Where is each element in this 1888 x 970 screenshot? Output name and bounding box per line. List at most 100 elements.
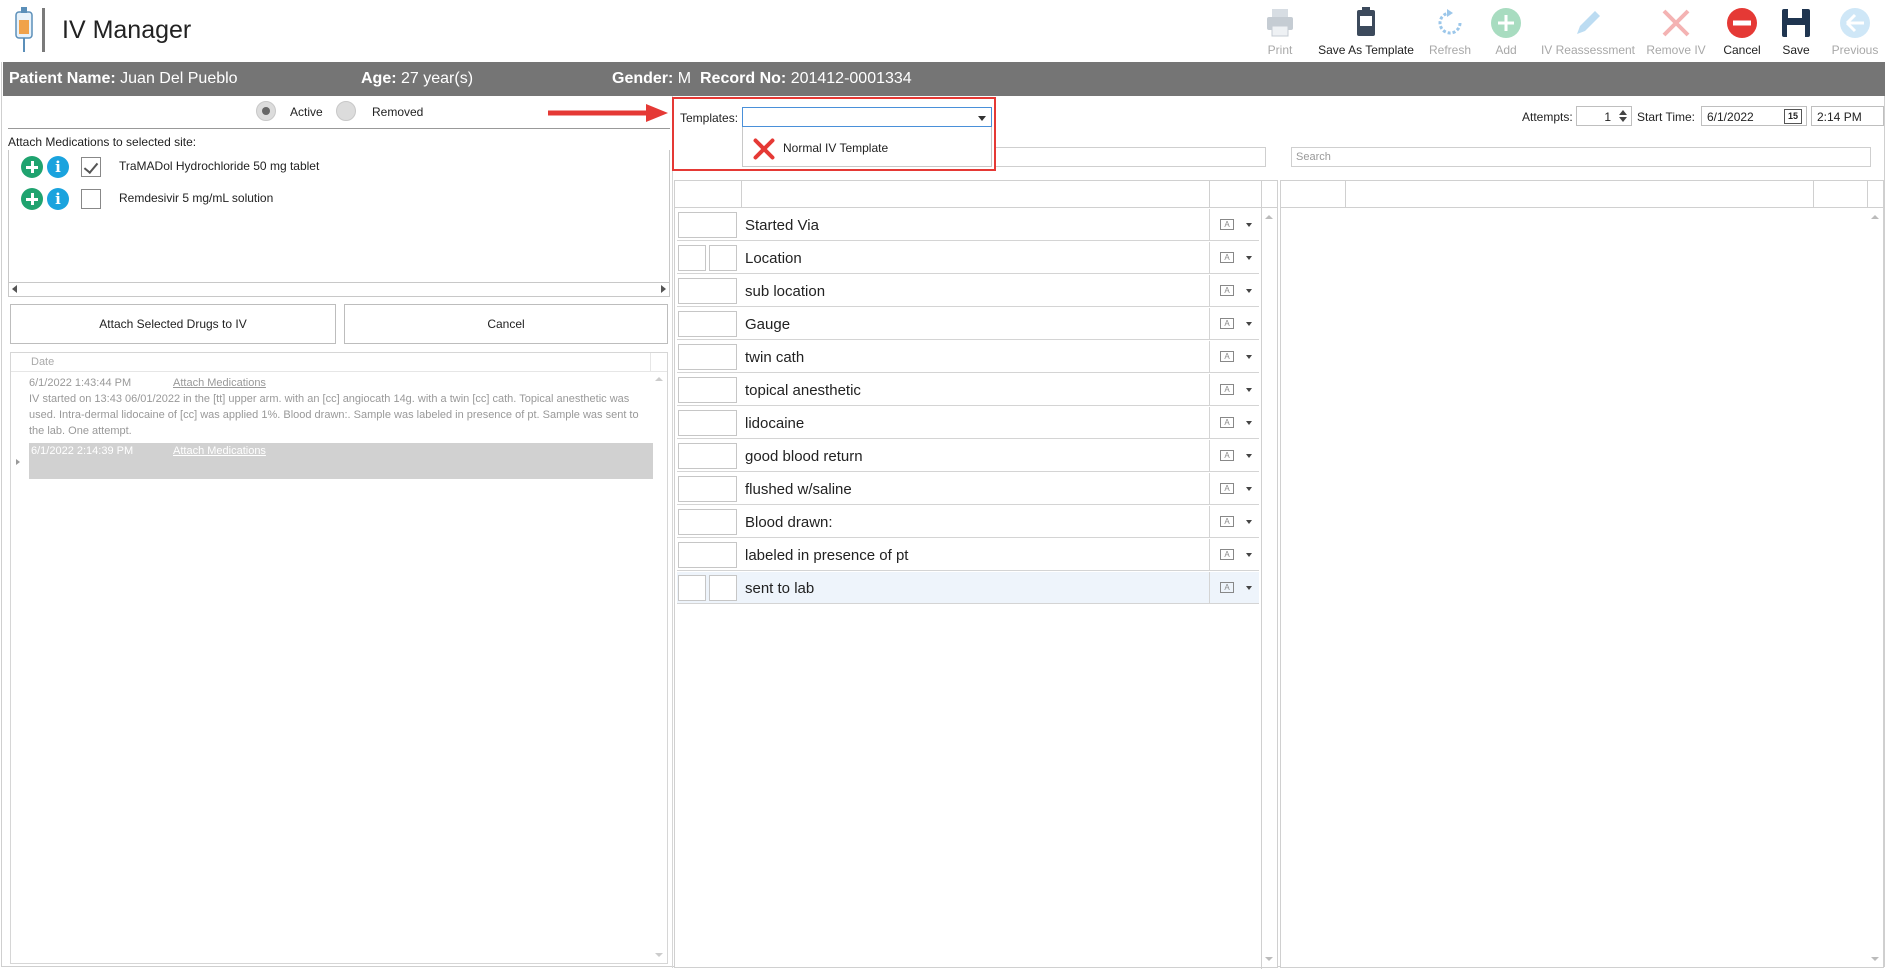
attach-selected-drugs-button[interactable]: Attach Selected Drugs to IV <box>10 304 336 344</box>
right-grid-search-input[interactable]: Search <box>1291 147 1871 167</box>
row-options[interactable]: A <box>1209 374 1260 405</box>
row-options[interactable]: A <box>1209 440 1260 471</box>
scroll-down-icon[interactable] <box>1871 957 1879 961</box>
add-icon[interactable] <box>21 156 43 178</box>
attempts-stepper[interactable]: 1 <box>1576 106 1632 126</box>
text-format-icon[interactable]: A <box>1220 549 1234 560</box>
cancel-button[interactable]: Cancel <box>1720 4 1764 60</box>
text-format-icon[interactable]: A <box>1220 285 1234 296</box>
table-row[interactable]: flushed w/saline A <box>677 473 1259 505</box>
text-format-icon[interactable]: A <box>1220 318 1234 329</box>
row-value-cell[interactable] <box>678 410 737 436</box>
row-value-cell[interactable] <box>678 311 737 337</box>
row-value-cell[interactable] <box>678 476 737 502</box>
horizontal-scrollbar[interactable] <box>8 282 670 297</box>
start-date-input[interactable]: 6/1/2022 15 <box>1701 106 1807 126</box>
delete-template-icon[interactable] <box>751 136 777 162</box>
chevron-down-icon[interactable] <box>1246 289 1252 293</box>
chevron-down-icon[interactable] <box>1246 520 1252 524</box>
chevron-down-icon[interactable] <box>1246 322 1252 326</box>
text-format-icon[interactable]: A <box>1220 483 1234 494</box>
chevron-down-icon[interactable] <box>1246 355 1252 359</box>
table-row[interactable]: good blood return A <box>677 440 1259 472</box>
calendar-icon[interactable]: 15 <box>1784 109 1802 124</box>
scroll-right-icon[interactable] <box>661 285 666 293</box>
print-button[interactable]: Print <box>1258 4 1302 60</box>
row-options[interactable]: A <box>1209 242 1260 273</box>
save-button[interactable]: Save <box>1776 4 1816 60</box>
active-radio[interactable] <box>256 101 276 121</box>
row-value-cell[interactable] <box>678 377 737 403</box>
scroll-down-icon[interactable] <box>655 953 663 957</box>
table-row[interactable]: Started Via A <box>677 209 1259 241</box>
remove-iv-button[interactable]: Remove IV <box>1644 4 1708 60</box>
text-format-icon[interactable]: A <box>1220 582 1234 593</box>
row-value-cell[interactable] <box>678 278 737 304</box>
text-format-icon[interactable]: A <box>1220 417 1234 428</box>
row-options[interactable]: A <box>1209 473 1260 504</box>
stepper-down-icon[interactable] <box>1619 117 1627 122</box>
scroll-down-icon[interactable] <box>1265 957 1273 961</box>
row-options[interactable]: A <box>1209 341 1260 372</box>
row-options[interactable]: A <box>1209 209 1260 240</box>
chevron-down-icon[interactable] <box>1246 388 1252 392</box>
row-value-cell[interactable] <box>709 575 737 601</box>
text-format-icon[interactable]: A <box>1220 384 1234 395</box>
chevron-down-icon[interactable] <box>1246 256 1252 260</box>
row-check-cell[interactable] <box>678 575 706 601</box>
row-value-cell[interactable] <box>709 245 737 271</box>
table-row[interactable]: Location A <box>677 242 1259 274</box>
scroll-up-icon[interactable] <box>1871 215 1879 219</box>
chevron-down-icon[interactable] <box>1246 487 1252 491</box>
attach-cancel-button[interactable]: Cancel <box>344 304 668 344</box>
row-value-cell[interactable] <box>678 443 737 469</box>
table-row[interactable]: Blood drawn: A <box>677 506 1259 538</box>
text-format-icon[interactable]: A <box>1220 219 1234 230</box>
table-row[interactable]: twin cath A <box>677 341 1259 373</box>
table-row[interactable]: lidocaine A <box>677 407 1259 439</box>
table-row[interactable]: topical anesthetic A <box>677 374 1259 406</box>
text-format-icon[interactable]: A <box>1220 252 1234 263</box>
removed-radio[interactable] <box>336 101 356 121</box>
add-icon[interactable] <box>21 188 43 210</box>
medication-checkbox[interactable] <box>81 157 101 177</box>
attach-medications-link[interactable]: Attach Medications <box>173 375 266 391</box>
row-value-cell[interactable] <box>678 344 737 370</box>
table-row[interactable]: Gauge A <box>677 308 1259 340</box>
save-as-template-button[interactable]: Save As Template <box>1314 4 1418 60</box>
info-icon[interactable]: i <box>47 156 69 178</box>
stepper-up-icon[interactable] <box>1619 110 1627 115</box>
attach-medications-link[interactable]: Attach Medications <box>173 443 266 459</box>
medication-checkbox[interactable] <box>81 189 101 209</box>
previous-button[interactable]: Previous <box>1826 4 1884 60</box>
chevron-down-icon[interactable] <box>1246 421 1252 425</box>
chevron-down-icon[interactable] <box>978 116 986 121</box>
table-row[interactable]: sent to lab A <box>677 572 1259 604</box>
templates-select[interactable] <box>742 107 992 127</box>
row-options[interactable]: A <box>1209 506 1260 537</box>
text-format-icon[interactable]: A <box>1220 516 1234 527</box>
info-icon[interactable]: i <box>47 188 69 210</box>
log-entry[interactable]: 6/1/2022 1:43:44 PM Attach Medications I… <box>29 375 653 441</box>
refresh-button[interactable]: Refresh <box>1428 4 1472 60</box>
scroll-up-icon[interactable] <box>655 377 663 381</box>
scroll-left-icon[interactable] <box>12 285 17 293</box>
chevron-down-icon[interactable] <box>1246 586 1252 590</box>
row-options[interactable]: A <box>1209 275 1260 306</box>
table-row[interactable]: labeled in presence of pt A <box>677 539 1259 571</box>
text-format-icon[interactable]: A <box>1220 351 1234 362</box>
start-time-input[interactable]: 2:14 PM <box>1811 106 1884 126</box>
iv-reassessment-button[interactable]: IV Reassessment <box>1540 4 1636 60</box>
chevron-down-icon[interactable] <box>1246 553 1252 557</box>
row-value-cell[interactable] <box>678 212 737 238</box>
row-options[interactable]: A <box>1209 539 1260 570</box>
row-options[interactable]: A <box>1209 407 1260 438</box>
text-format-icon[interactable]: A <box>1220 450 1234 461</box>
row-value-cell[interactable] <box>678 542 737 568</box>
add-button[interactable]: Add <box>1486 4 1526 60</box>
log-entry-selected[interactable]: 6/1/2022 2:14:39 PM Attach Medications <box>29 443 653 479</box>
table-row[interactable]: sub location A <box>677 275 1259 307</box>
row-value-cell[interactable] <box>678 509 737 535</box>
scroll-up-icon[interactable] <box>1265 215 1273 219</box>
row-options[interactable]: A <box>1209 572 1260 603</box>
